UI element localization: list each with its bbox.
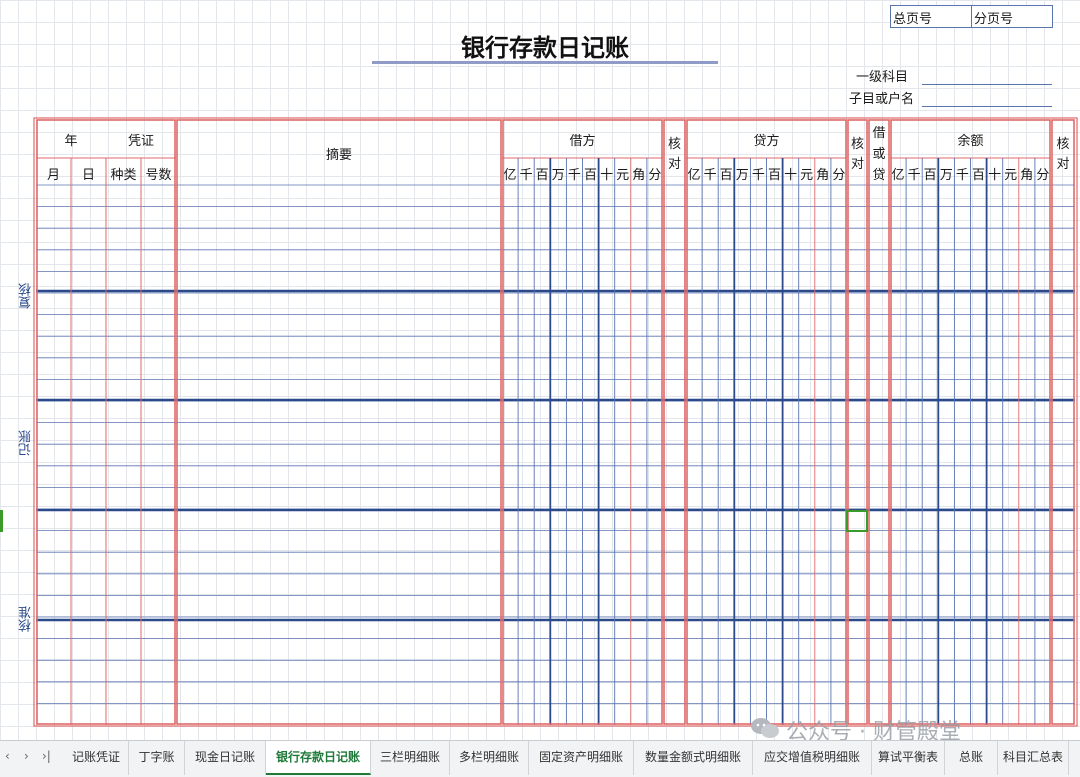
digit-unit-label: 角 xyxy=(816,168,830,183)
digit-unit-label: 分 xyxy=(648,168,662,183)
sheet-tab[interactable]: 丁字账 xyxy=(129,741,185,775)
header-dc-c: 贷 xyxy=(872,168,886,183)
header-debit: 借方 xyxy=(569,134,596,149)
selected-cell[interactable] xyxy=(846,510,868,532)
digit-unit-label: 分 xyxy=(832,168,846,183)
sheet-tab[interactable]: 银行存款日记账 xyxy=(266,741,371,775)
column-group-border xyxy=(868,119,890,725)
row-indicator xyxy=(0,510,3,532)
column-group-border xyxy=(176,119,502,725)
digit-unit-label: 亿 xyxy=(503,168,517,183)
sheet-tab[interactable]: 现金日记账 xyxy=(185,741,266,775)
digit-unit-label: 万 xyxy=(551,168,565,183)
header-year: 年 xyxy=(64,134,78,149)
next-sheet-icon[interactable]: ›| xyxy=(42,749,51,763)
header-balance: 余额 xyxy=(957,134,984,149)
digit-unit-label: 千 xyxy=(907,168,921,183)
header-voucher-number: 号数 xyxy=(145,168,172,183)
digit-unit-label: 元 xyxy=(1004,168,1018,183)
digit-unit-label: 百 xyxy=(767,168,781,183)
sheet-tab[interactable]: 多栏明细账 xyxy=(450,741,529,775)
header-summary: 摘要 xyxy=(325,148,352,163)
digit-unit-label: 十 xyxy=(784,168,798,183)
column-group-border xyxy=(847,119,868,725)
sheet-tab-bar: ‹ › ›| 记账凭证 丁字账 现金日记账 银行存款日记账 三栏明细账 多栏明细账 固定资产… xyxy=(0,740,1080,777)
column-group-border xyxy=(1051,119,1075,725)
digit-unit-label: 千 xyxy=(703,168,717,183)
header-dc-a: 借 xyxy=(872,126,886,141)
sheet-tab[interactable]: 应交增值税明细账 xyxy=(753,741,872,775)
digit-unit-label: 百 xyxy=(923,168,937,183)
sheet-tab[interactable]: 科目汇总表 xyxy=(998,741,1069,775)
header-day: 日 xyxy=(81,168,95,183)
digit-unit-label: 元 xyxy=(800,168,814,183)
digit-unit-label: 万 xyxy=(735,168,749,183)
digit-unit-label: 角 xyxy=(1020,168,1034,183)
header-check3-a: 核 xyxy=(1056,137,1070,152)
digit-unit-label: 角 xyxy=(632,168,646,183)
header-check3-b: 对 xyxy=(1056,157,1070,172)
wechat-icon xyxy=(751,718,779,738)
digit-unit-label: 亿 xyxy=(687,168,701,183)
side-label-approve: 核准 xyxy=(19,606,34,632)
digit-unit-label: 元 xyxy=(616,168,630,183)
digit-unit-label: 十 xyxy=(988,168,1002,183)
digit-unit-label: 千 xyxy=(567,168,581,183)
sheet-tab[interactable]: 数量金额式明细账 xyxy=(634,741,753,775)
ledger-grid xyxy=(33,117,1078,727)
header-check1-a: 核 xyxy=(667,137,681,152)
digit-unit-label: 亿 xyxy=(891,168,905,183)
digit-unit-label: 百 xyxy=(719,168,733,183)
header-check2-b: 对 xyxy=(850,157,864,172)
header-voucher: 凭证 xyxy=(127,134,154,149)
sheet-tab[interactable]: 算试平衡表 xyxy=(872,741,945,775)
sheet-tab[interactable]: 固定资产明细账 xyxy=(529,741,634,775)
side-label-review: 复核 xyxy=(19,283,34,309)
prev-sheet-icon[interactable]: › xyxy=(24,749,29,763)
header-check2-a: 核 xyxy=(850,137,864,152)
digit-unit-label: 十 xyxy=(600,168,614,183)
digit-unit-label: 千 xyxy=(955,168,969,183)
sheet-tab[interactable]: 记账凭证 xyxy=(64,741,129,775)
side-label-bookkeeping: 记账 xyxy=(19,430,34,456)
sheet-tab[interactable]: 总账 xyxy=(945,741,998,775)
first-sheet-icon[interactable]: ‹ xyxy=(5,749,10,763)
header-month: 月 xyxy=(46,168,60,183)
digit-unit-label: 千 xyxy=(751,168,765,183)
digit-unit-label: 百 xyxy=(971,168,985,183)
sheet-tab[interactable]: 三栏明细账 xyxy=(371,741,450,775)
column-group-border xyxy=(663,119,686,725)
header-credit: 贷方 xyxy=(753,134,780,149)
digit-unit-label: 百 xyxy=(583,168,597,183)
digit-unit-label: 百 xyxy=(535,168,549,183)
digit-unit-label: 分 xyxy=(1036,168,1050,183)
digit-unit-label: 千 xyxy=(519,168,533,183)
header-check1-b: 对 xyxy=(667,157,681,172)
header-dc-b: 或 xyxy=(872,147,886,162)
header-voucher-type: 种类 xyxy=(110,168,137,183)
digit-unit-label: 万 xyxy=(939,168,953,183)
ledger-outer-border xyxy=(33,117,1078,727)
